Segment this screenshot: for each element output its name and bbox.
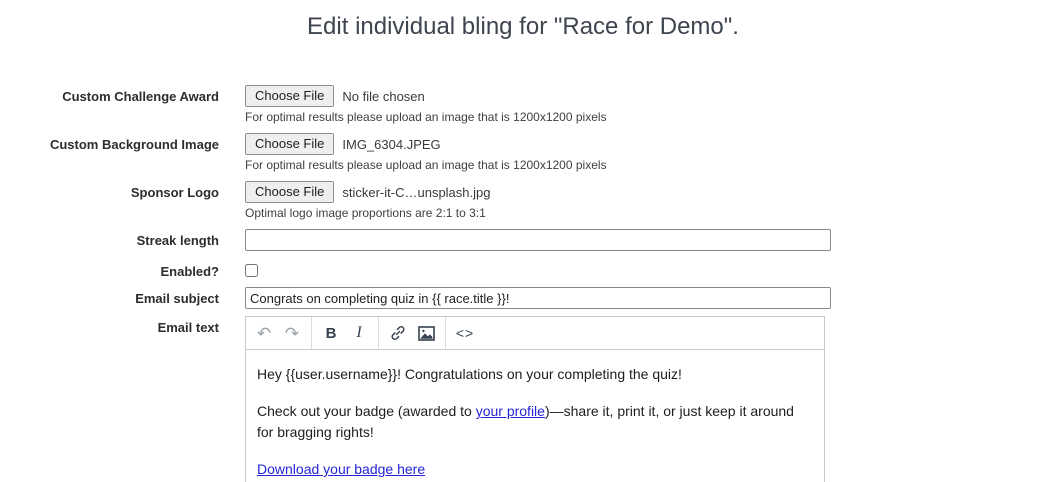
email-paragraph-download: Download your badge here — [257, 459, 813, 480]
editor-toolbar: ↶ ↷ B I <> — [245, 316, 825, 350]
email-paragraph-badge: Check out your badge (awarded to your pr… — [257, 401, 813, 443]
download-badge-link[interactable]: Download your badge here — [257, 461, 425, 477]
italic-button[interactable]: I — [345, 317, 373, 349]
email-subject-input[interactable] — [245, 287, 831, 309]
redo-button[interactable]: ↷ — [278, 317, 306, 349]
email-text-editor: ↶ ↷ B I <> Hey {{user.username}}! Congra… — [245, 316, 825, 482]
form-row-email-text: Email text ↶ ↷ B I <> Hey {{user.usernam… — [0, 316, 1046, 482]
undo-button[interactable]: ↶ — [250, 317, 278, 349]
sponsor-logo-control: Choose File sticker-it-C…unsplash.jpg Op… — [245, 181, 490, 220]
code-icon: <> — [455, 325, 475, 341]
form-row-sponsor-logo: Sponsor Logo Choose File sticker-it-C…un… — [0, 181, 1046, 220]
sponsor-logo-label: Sponsor Logo — [130, 185, 219, 200]
form-row-background-image: Custom Background Image Choose File IMG_… — [0, 133, 1046, 172]
your-profile-link[interactable]: your profile — [476, 403, 545, 419]
challenge-award-choose-file-button[interactable]: Choose File — [245, 85, 335, 107]
sponsor-logo-choose-file-button[interactable]: Choose File — [245, 181, 335, 203]
form-row-enabled: Enabled? — [0, 260, 1046, 282]
sponsor-logo-file-line: Choose File sticker-it-C…unsplash.jpg — [245, 181, 490, 203]
streak-length-label: Streak length — [136, 233, 219, 248]
enabled-control — [245, 260, 258, 282]
undo-icon: ↶ — [256, 323, 272, 343]
email-subject-label: Email subject — [135, 291, 219, 306]
insert-link-button[interactable] — [384, 317, 412, 349]
challenge-award-label: Custom Challenge Award — [62, 89, 219, 104]
email-text-control: ↶ ↷ B I <> Hey {{user.username}}! Congra… — [245, 316, 825, 482]
background-image-helper-text: For optimal results please upload an ima… — [245, 158, 607, 172]
enabled-label: Enabled? — [160, 264, 219, 279]
bling-form: Custom Challenge Award Choose File No fi… — [0, 85, 1046, 482]
email-subject-control — [245, 287, 831, 309]
redo-icon: ↷ — [284, 323, 300, 343]
streak-length-input[interactable] — [245, 229, 831, 251]
background-image-file-line: Choose File IMG_6304.JPEG — [245, 133, 607, 155]
text-segment: Hey {{user.username}}! Congratulations o… — [257, 366, 682, 382]
streak-length-control — [245, 229, 831, 251]
text-segment: Check out your badge (awarded to — [257, 403, 476, 419]
picture-icon — [417, 325, 435, 341]
challenge-award-helper-text: For optimal results please upload an ima… — [245, 110, 607, 124]
edit-bling-page: Edit individual bling for "Race for Demo… — [0, 0, 1046, 482]
bold-button[interactable]: B — [317, 317, 345, 349]
bold-icon: B — [325, 324, 337, 342]
challenge-award-control: Choose File No file chosen For optimal r… — [245, 85, 607, 124]
challenge-award-file-line: Choose File No file chosen — [245, 85, 607, 107]
form-row-challenge-award: Custom Challenge Award Choose File No fi… — [0, 85, 1046, 124]
page-title: Edit individual bling for "Race for Demo… — [307, 13, 739, 40]
email-text-label: Email text — [157, 320, 219, 335]
toolbar-separator — [378, 317, 379, 349]
code-view-button[interactable]: <> — [451, 317, 479, 349]
form-row-email-subject: Email subject — [0, 287, 1046, 309]
challenge-award-filename: No file chosen — [342, 88, 425, 104]
editor-content[interactable]: Hey {{user.username}}! Congratulations o… — [245, 350, 825, 482]
background-image-filename: IMG_6304.JPEG — [342, 136, 441, 152]
sponsor-logo-helper-text: Optimal logo image proportions are 2:1 t… — [245, 206, 486, 220]
enabled-checkbox[interactable] — [245, 264, 258, 277]
sponsor-logo-filename: sticker-it-C…unsplash.jpg — [342, 184, 491, 200]
insert-image-button[interactable] — [412, 317, 440, 349]
email-paragraph-greeting: Hey {{user.username}}! Congratulations o… — [257, 364, 813, 385]
background-image-control: Choose File IMG_6304.JPEG For optimal re… — [245, 133, 607, 172]
italic-icon: I — [356, 324, 362, 341]
toolbar-separator — [445, 317, 446, 349]
background-image-choose-file-button[interactable]: Choose File — [245, 133, 335, 155]
toolbar-separator — [311, 317, 312, 349]
chain-link-icon — [391, 326, 405, 340]
background-image-label: Custom Background Image — [49, 137, 219, 152]
form-row-streak-length: Streak length — [0, 229, 1046, 251]
